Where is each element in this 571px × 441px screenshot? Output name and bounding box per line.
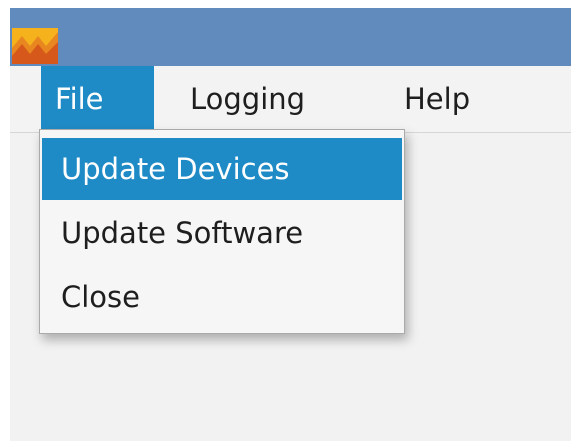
menu-logging[interactable]: Logging [176,66,319,132]
menu-bar: File Logging Help [10,66,571,133]
app-window: File Logging Help Update Devices Update … [10,8,571,441]
title-bar[interactable] [10,8,571,66]
menu-item-close[interactable]: Close [42,266,402,328]
menu-file[interactable]: File [41,66,154,132]
menu-item-update-devices[interactable]: Update Devices [42,138,402,200]
menu-help[interactable]: Help [390,66,484,132]
file-dropdown-menu: Update Devices Update Software Close [39,129,405,334]
menu-item-update-software[interactable]: Update Software [42,202,402,264]
app-logo-icon[interactable] [12,28,58,64]
